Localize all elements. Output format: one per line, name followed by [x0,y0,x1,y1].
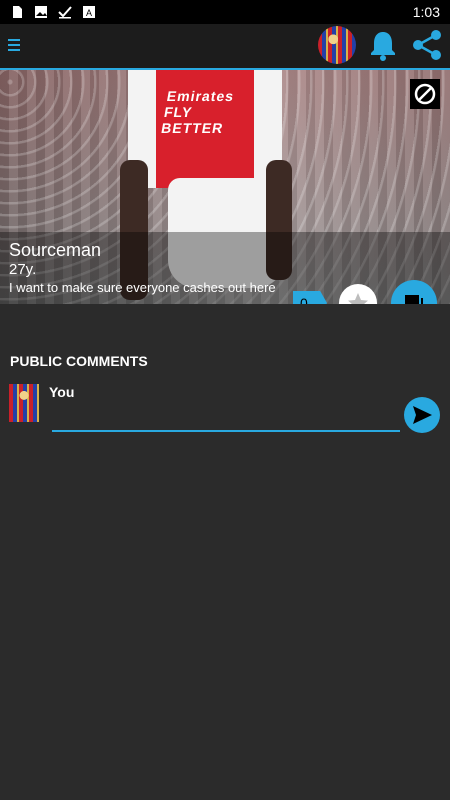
profile-name: Sourceman [9,240,102,260]
sd-card-icon [10,5,24,19]
status-time: 1:03 [412,4,440,20]
comment-author-label: You [49,384,75,400]
share-icon[interactable] [410,28,444,62]
send-button[interactable] [404,397,440,433]
profile-age: 27y. [9,261,37,278]
bell-icon[interactable] [368,28,398,62]
block-icon[interactable] [410,79,440,109]
check-icon [58,5,72,19]
profile-bio: I want to make sure everyone cashes out … [9,280,276,295]
image-icon [34,5,48,19]
player-shirt: Emirates FLY BETTER [128,70,282,188]
chat-icon [405,295,423,304]
profile-avatar[interactable] [318,26,356,64]
comment-avatar [9,384,39,422]
svg-text:A: A [86,8,92,18]
letter-a-icon: A [82,5,96,19]
star-icon [348,293,368,304]
comments-title: PUBLIC COMMENTS [10,353,148,369]
status-icons: A [10,5,96,19]
shirt-sponsor: Emirates FLY BETTER [160,88,236,136]
menu-icon[interactable] [6,34,28,56]
send-icon [413,406,432,424]
top-app-bar [0,24,450,70]
status-bar: A 1:03 [0,0,450,24]
profile-hero: Emirates FLY BETTER Sourceman 27y. I wan… [0,70,450,304]
comment-input[interactable] [52,404,400,432]
